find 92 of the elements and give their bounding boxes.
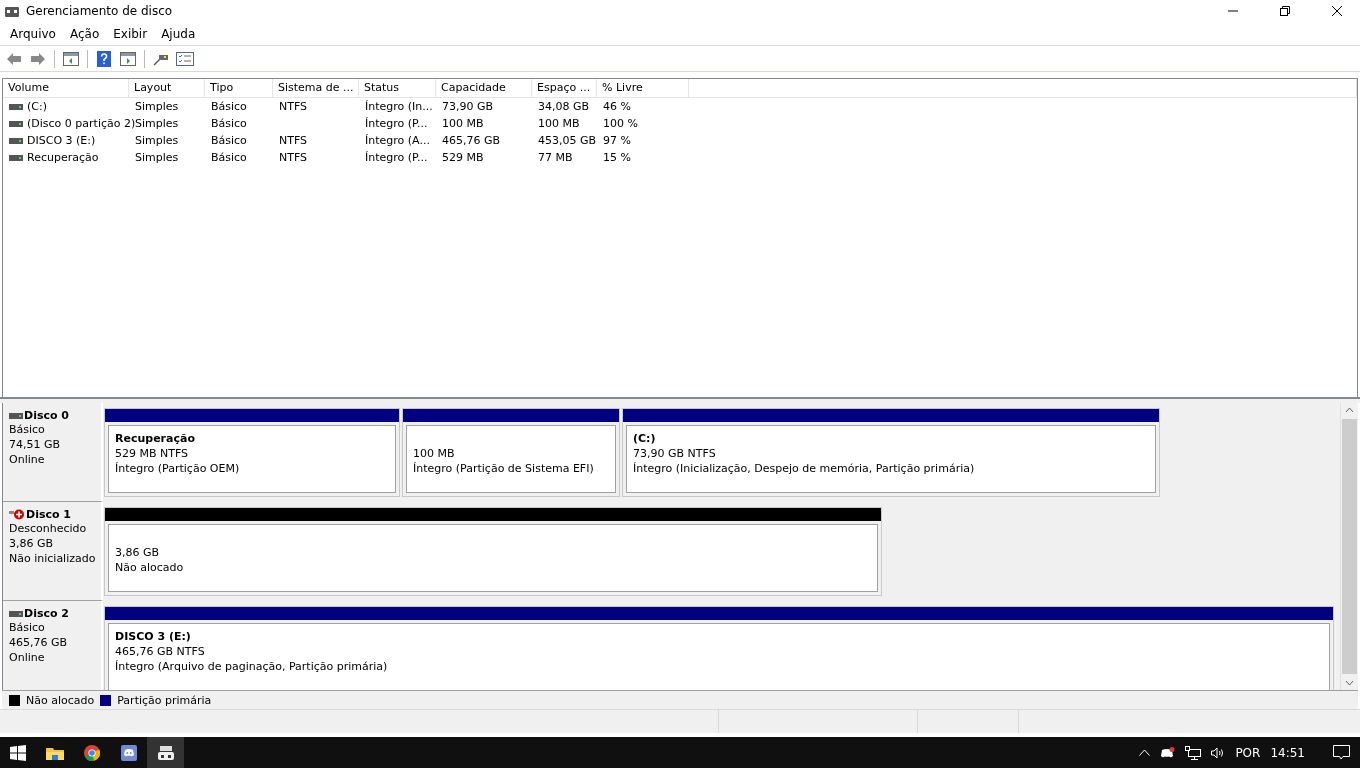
column-header[interactable]: Status: [359, 79, 436, 97]
disk-drive-icon: [4, 4, 20, 18]
partition-block[interactable]: Recuperação 529 MB NTFS Íntegro (Partição OEM): [104, 408, 400, 497]
table-cell: 77 MB: [538, 151, 573, 164]
table-cell: 100 MB: [442, 117, 484, 130]
table-cell: Simples: [135, 151, 179, 164]
windows-icon: [10, 744, 26, 761]
disk-info: Não inicializado: [9, 551, 97, 566]
table-cell: 465,76 GB: [442, 134, 501, 147]
partition-info: Íntegro (Inicialização, Despejo de memória, Partição primária): [633, 461, 976, 476]
table-cell: Básico: [211, 100, 247, 113]
partition-title: Recuperação: [115, 431, 196, 446]
partition-info: 73,90 GB NTFS: [633, 446, 717, 461]
menu-item[interactable]: Arquivo: [3, 26, 63, 41]
clock[interactable]: 14:51: [1270, 745, 1305, 760]
legend-label: Partição primária: [117, 693, 212, 707]
disk-info: 74,51 GB: [9, 437, 62, 452]
disk-info: Online: [9, 650, 46, 665]
table-cell: NTFS: [279, 151, 308, 164]
table-cell: 46 %: [603, 100, 631, 113]
partition-block[interactable]: DISCO 3 (E:) 465,76 GB NTFS Íntegro (Arquivo de paginação, Partição primária): [104, 606, 1334, 690]
disk-name: Disco 0: [24, 409, 69, 422]
disk-error-icon: [9, 509, 25, 520]
disk-name: Disco 1: [26, 508, 71, 521]
scrollbar[interactable]: [1340, 403, 1358, 690]
partition-info: 3,86 GB: [115, 545, 161, 560]
disk-name: Disco 2: [24, 607, 69, 620]
table-cell: 100 %: [603, 117, 638, 130]
partition-title: (C:): [633, 431, 657, 446]
partition-info: 529 MB NTFS: [115, 446, 190, 461]
speaker-icon[interactable]: [1211, 746, 1226, 759]
partition-info: Íntegro (Arquivo de paginação, Partição primária): [115, 659, 389, 674]
table-cell: NTFS: [279, 100, 308, 113]
column-header[interactable]: Volume: [3, 79, 129, 97]
scroll-thumb[interactable]: [1342, 419, 1357, 674]
table-cell: 34,08 GB: [538, 100, 590, 113]
disk-info: Desconhecido: [9, 521, 88, 536]
column-header[interactable]: % Livre: [597, 79, 689, 97]
partition-info: Íntegro (Partição de Sistema EFI): [413, 461, 595, 476]
column-header[interactable]: Espaço ...: [532, 79, 597, 97]
table-cell: Simples: [135, 134, 179, 147]
table-cell: 73,90 GB: [442, 100, 494, 113]
partition-block[interactable]: 3,86 GB Não alocado: [104, 507, 882, 596]
table-cell: Íntegro (P...: [365, 151, 428, 164]
table-cell: Básico: [211, 151, 247, 164]
partition-info: 465,76 GB NTFS: [115, 644, 206, 659]
window-title: Gerenciamento de disco: [26, 4, 174, 18]
input-language[interactable]: POR: [1235, 745, 1261, 760]
disk-info: Online: [9, 452, 46, 467]
chevron-up-icon[interactable]: [1139, 749, 1151, 756]
menu-item[interactable]: Ação: [62, 26, 107, 41]
restore-icon: [1280, 6, 1290, 16]
network-icon[interactable]: [1185, 745, 1202, 760]
column-header[interactable]: Tipo: [205, 79, 273, 97]
table-cell: Básico: [211, 117, 247, 130]
table-cell: 97 %: [603, 134, 631, 147]
disk-info: 465,76 GB: [9, 635, 69, 650]
table-cell: Íntegro (P...: [365, 117, 428, 130]
notifications-icon[interactable]: [1333, 745, 1350, 760]
help-button[interactable]: [94, 48, 114, 69]
partition-title: DISCO 3 (E:): [115, 629, 192, 644]
table-cell: Simples: [135, 100, 179, 113]
table-cell: Básico: [211, 134, 247, 147]
table-cell: 15 %: [603, 151, 631, 164]
menu-item[interactable]: Ajuda: [154, 26, 203, 41]
partition-info: Íntegro (Partição OEM): [115, 461, 241, 476]
chat-app-tray-icon[interactable]: [1160, 746, 1176, 759]
legend-label: Não alocado: [26, 693, 95, 707]
table-cell: Recuperação: [27, 151, 99, 164]
disk-management-taskbar-icon[interactable]: [147, 737, 184, 768]
table-cell: 100 MB: [538, 117, 580, 130]
table-cell: 453,05 GB: [538, 134, 597, 147]
table-cell: NTFS: [279, 134, 308, 147]
table-cell: (Disco 0 partição 2): [27, 117, 136, 130]
partition-block[interactable]: 100 MB Íntegro (Partição de Sistema EFI): [402, 408, 620, 497]
table-cell: Íntegro (A...: [365, 134, 430, 147]
partition-block[interactable]: (C:) 73,90 GB NTFS Íntegro (Inicialização, Despejo de memória, Partição primária): [622, 408, 1160, 497]
disk-info: Básico: [9, 620, 46, 635]
column-header[interactable]: Sistema de ...: [273, 79, 359, 97]
table-cell: 529 MB: [442, 151, 484, 164]
disk-info: 3,86 GB: [9, 536, 55, 551]
table-cell: DISCO 3 (E:): [27, 134, 96, 147]
table-cell: Simples: [135, 117, 179, 130]
table-cell: Íntegro (In...: [365, 100, 433, 113]
close-icon: [1332, 6, 1342, 16]
partition-info: Não alocado: [115, 560, 185, 575]
partition-info: 100 MB: [413, 446, 456, 461]
menu-item[interactable]: Exibir: [106, 26, 155, 41]
column-header[interactable]: Layout: [129, 79, 205, 97]
table-cell: (C:): [27, 100, 47, 113]
disk-info: Básico: [9, 422, 46, 437]
column-header[interactable]: Capacidade: [436, 79, 532, 97]
